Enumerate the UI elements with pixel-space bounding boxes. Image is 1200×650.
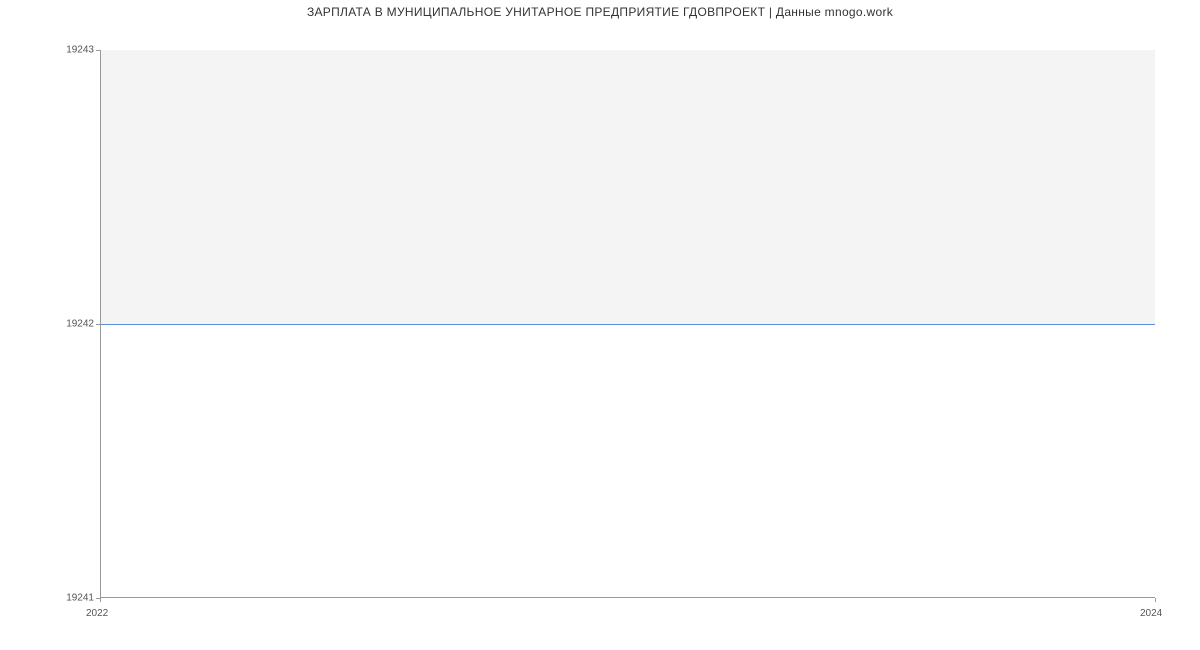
chart-container: ЗАРПЛАТА В МУНИЦИПАЛЬНОЕ УНИТАРНОЕ ПРЕДП… xyxy=(0,0,1200,650)
y-tick-mark xyxy=(96,324,100,325)
x-tick-mark xyxy=(1155,598,1156,602)
y-axis-tick-label: 19243 xyxy=(66,45,94,56)
x-tick-mark xyxy=(100,598,101,602)
y-tick-mark xyxy=(96,50,100,51)
plot-area xyxy=(100,50,1155,598)
y-axis-tick-label: 19242 xyxy=(66,319,94,330)
plot-lower-region xyxy=(101,324,1155,598)
y-axis-tick-label: 19241 xyxy=(66,593,94,604)
x-axis-tick-label: 2022 xyxy=(86,608,108,619)
data-line xyxy=(101,324,1155,325)
x-axis-tick-label: 2024 xyxy=(1140,608,1162,619)
chart-title: ЗАРПЛАТА В МУНИЦИПАЛЬНОЕ УНИТАРНОЕ ПРЕДП… xyxy=(0,0,1200,19)
